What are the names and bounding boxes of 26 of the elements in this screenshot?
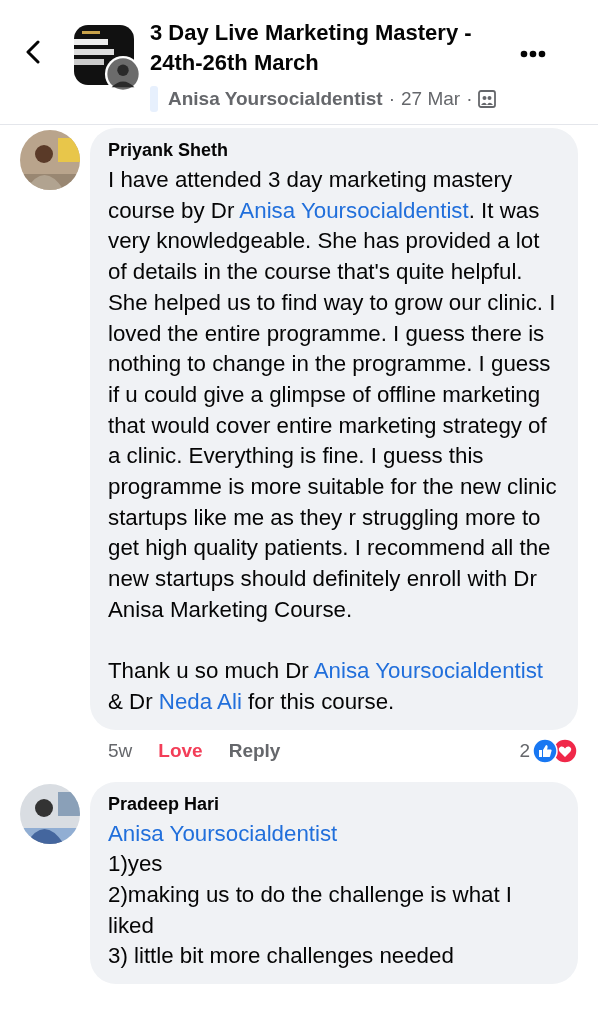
reply-button[interactable]: Reply bbox=[228, 739, 281, 762]
more-icon[interactable] bbox=[520, 50, 546, 58]
commenter-name[interactable]: Pradeep Hari bbox=[108, 793, 564, 815]
separator: · bbox=[388, 88, 395, 110]
author-link[interactable]: Anisa Yoursocialdentist bbox=[168, 88, 383, 110]
love-button[interactable]: Love bbox=[158, 739, 203, 762]
comment-text: 3) little bit more challenges needed bbox=[108, 942, 455, 971]
post-date: 27 Mar bbox=[401, 88, 461, 110]
comment-time: 5w bbox=[108, 739, 133, 762]
comment-text: 1)yes bbox=[108, 850, 164, 879]
highlight-bar bbox=[150, 86, 158, 112]
mention-link[interactable]: Neda Ali bbox=[158, 688, 242, 714]
avatar bbox=[104, 55, 142, 93]
back-icon[interactable] bbox=[26, 40, 40, 64]
reaction-count: 2 bbox=[519, 739, 530, 762]
mention-link[interactable]: Anisa Yoursocialdentist bbox=[239, 197, 469, 223]
separator: · bbox=[466, 88, 473, 110]
mention-link[interactable]: Anisa Yoursocialdentist bbox=[313, 658, 544, 684]
comment-text: I have attended 3 day marketing mastery course by Dr Anisa Yoursocialdentist. It was very knowledgeable. She has provided a lot of details in the course that's quite helpful. She helped us to find way to grow our clinic. I loved the entire programme. I guess there is nothing to change in the programme. I guess if u could give a glimpse of offline marketing that would cover entire marketing strategy of a clinic. Everything is fine. I guess this programme is more suitable for the new clinic startups like me as they r struggling more to get high quality patients. I recommend all the new startups should definitely enroll with Dr Anisa Marketing Course. bbox=[108, 166, 558, 624]
group-icon bbox=[478, 90, 497, 108]
comment-text: Thank u so much Dr Anisa Yoursocialdentist & Dr Neda Ali for this course. bbox=[108, 657, 545, 716]
group-title: 3 Day Live Marketing Mastery - 24th-26th March bbox=[150, 19, 473, 77]
reaction-icons[interactable] bbox=[532, 737, 578, 764]
commenter-name[interactable]: Priyank Sheth bbox=[108, 140, 564, 161]
comment-text: 2)making us to do the challenge is what I liked bbox=[108, 881, 514, 940]
mention-link[interactable]: Anisa Yoursocialdentist bbox=[108, 820, 338, 846]
